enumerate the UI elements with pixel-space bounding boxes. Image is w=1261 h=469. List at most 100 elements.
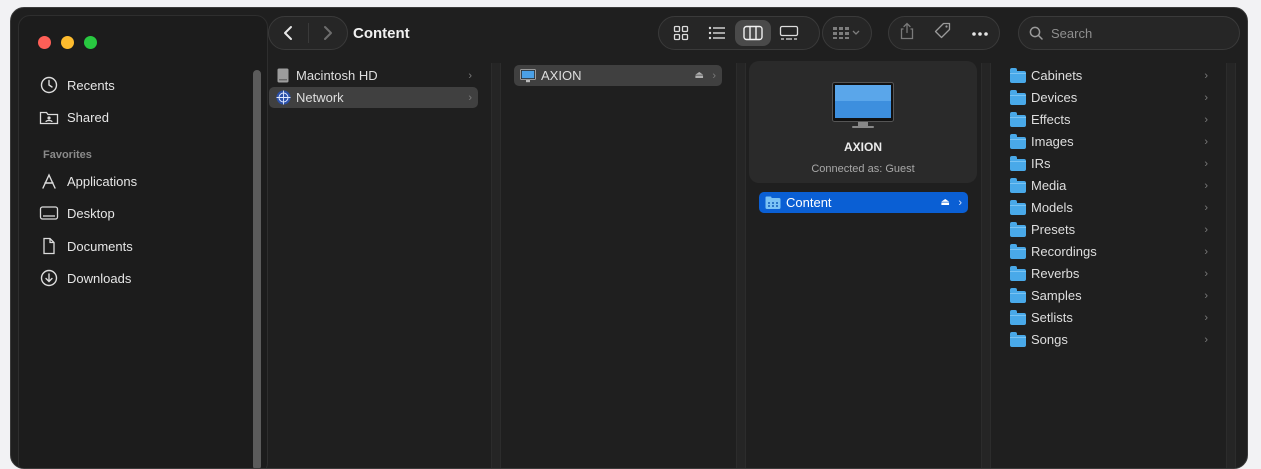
minimize-window-button[interactable]	[61, 36, 74, 49]
folder-icon	[1010, 243, 1026, 260]
sidebar-item-label: Recents	[67, 77, 115, 93]
navigation-buttons	[268, 16, 348, 50]
chevron-right-icon: ›	[1204, 113, 1208, 126]
chevron-right-icon: ›	[1204, 289, 1208, 302]
column-divider[interactable]	[981, 63, 991, 468]
list-item-folder[interactable]: Reverbs ›	[1004, 263, 1214, 284]
list-item-macintosh-hd[interactable]: Macintosh HD ›	[269, 65, 478, 86]
list-item-label: Media	[1031, 178, 1067, 193]
folder-icon	[1010, 287, 1026, 304]
shared-folder-icon	[39, 107, 59, 127]
list-item-network[interactable]: Network ›	[269, 87, 478, 108]
icon-view-button[interactable]	[663, 20, 699, 46]
folder-icon	[1010, 67, 1026, 84]
search-icon	[1029, 26, 1043, 40]
tag-button[interactable]	[934, 22, 952, 45]
more-button[interactable]	[971, 24, 989, 42]
list-item-label: Effects	[1031, 112, 1071, 127]
folder-icon	[1010, 111, 1026, 128]
columns-icon	[743, 25, 763, 41]
close-window-button[interactable]	[38, 36, 51, 49]
sidebar-item-label: Downloads	[67, 270, 132, 286]
sidebar-item-label: Desktop	[67, 205, 115, 221]
column-divider[interactable]	[491, 63, 501, 468]
gallery-view-button[interactable]	[771, 20, 807, 46]
favorites-heading: Favorites	[43, 149, 92, 161]
sidebar-item-downloads[interactable]: Downloads	[39, 266, 249, 290]
back-button[interactable]	[269, 17, 308, 49]
chevron-left-icon	[284, 26, 293, 40]
gallery-icon	[779, 25, 799, 40]
sidebar-item-label: Shared	[67, 109, 109, 125]
chevron-right-icon: ›	[1204, 223, 1208, 236]
folder-icon	[1010, 155, 1026, 172]
list-item-folder[interactable]: Recordings ›	[1004, 241, 1214, 262]
connection-status: Connected as: Guest	[811, 163, 915, 175]
list-item-folder[interactable]: Media ›	[1004, 175, 1214, 196]
download-icon	[39, 268, 59, 288]
chevron-right-icon: ›	[1204, 69, 1208, 82]
window-title: Content	[353, 25, 410, 42]
chevron-right-icon: ›	[958, 196, 962, 209]
list-item-folder[interactable]: Samples ›	[1004, 285, 1214, 306]
chevron-right-icon: ›	[1204, 311, 1208, 324]
folder-icon	[1010, 133, 1026, 150]
list-item-label: Images	[1031, 134, 1074, 149]
chevron-right-icon: ›	[712, 69, 716, 82]
list-item-folder[interactable]: Presets ›	[1004, 219, 1214, 240]
chevron-right-icon: ›	[1204, 333, 1208, 346]
list-item-folder[interactable]: Songs ›	[1004, 329, 1214, 350]
list-item-axion[interactable]: AXION ⏏ ›	[514, 65, 722, 86]
folder-icon	[1010, 265, 1026, 282]
sidebar-scrollbar[interactable]	[253, 70, 261, 468]
list-item-folder[interactable]: Effects ›	[1004, 109, 1214, 130]
list-item-label: Songs	[1031, 332, 1068, 347]
share-button[interactable]	[899, 22, 915, 45]
chevron-right-icon: ›	[1204, 179, 1208, 192]
network-share-icon	[765, 195, 781, 211]
server-name: AXION	[843, 140, 882, 154]
chevron-right-icon: ›	[468, 69, 472, 82]
list-item-folder[interactable]: Cabinets ›	[1004, 65, 1214, 86]
folder-icon	[1010, 221, 1026, 238]
list-item-folder[interactable]: Models ›	[1004, 197, 1214, 218]
search-field[interactable]: Search	[1018, 16, 1240, 50]
forward-button[interactable]	[308, 17, 347, 49]
folder-icon	[1010, 89, 1026, 106]
sidebar-item-recents[interactable]: Recents	[39, 73, 249, 97]
column-view-button[interactable]	[735, 20, 771, 46]
grid-icon	[673, 25, 689, 41]
zoom-window-button[interactable]	[84, 36, 97, 49]
folder-icon	[1010, 199, 1026, 216]
list-item-label: Samples	[1031, 288, 1082, 303]
sidebar-item-documents[interactable]: Documents	[39, 234, 249, 258]
sidebar-item-label: Documents	[67, 238, 133, 254]
chevron-right-icon: ›	[1204, 267, 1208, 280]
sidebar-item-desktop[interactable]: Desktop	[39, 201, 249, 225]
list-item-label: Presets	[1031, 222, 1076, 237]
list-item-folder[interactable]: Devices ›	[1004, 87, 1214, 108]
sidebar: Recents Shared Favorites Applications De…	[18, 15, 268, 468]
list-icon	[708, 26, 725, 40]
list-view-button[interactable]	[699, 20, 735, 46]
folder-icon	[1010, 309, 1026, 326]
column-divider[interactable]	[1226, 63, 1236, 468]
list-item-content[interactable]: Content ⏏ ›	[759, 192, 968, 213]
list-item-folder[interactable]: Images ›	[1004, 131, 1214, 152]
tag-icon	[934, 22, 951, 38]
sidebar-item-shared[interactable]: Shared	[39, 105, 249, 129]
list-item-label: IRs	[1031, 156, 1051, 171]
list-item-folder[interactable]: Setlists ›	[1004, 307, 1214, 328]
group-grid-icon	[833, 27, 860, 39]
group-by-button[interactable]	[822, 16, 872, 50]
share-icon	[900, 22, 913, 39]
eject-icon[interactable]: ⏏	[695, 70, 704, 81]
column-divider[interactable]	[736, 63, 746, 468]
list-item-folder[interactable]: IRs ›	[1004, 153, 1214, 174]
sidebar-item-applications[interactable]: Applications	[39, 169, 249, 193]
chevron-right-icon: ›	[1204, 245, 1208, 258]
eject-icon[interactable]: ⏏	[941, 197, 950, 208]
list-item-label: Reverbs	[1031, 266, 1080, 281]
finder-window: Recents Shared Favorites Applications De…	[10, 7, 1248, 469]
chevron-right-icon: ›	[1204, 135, 1208, 148]
